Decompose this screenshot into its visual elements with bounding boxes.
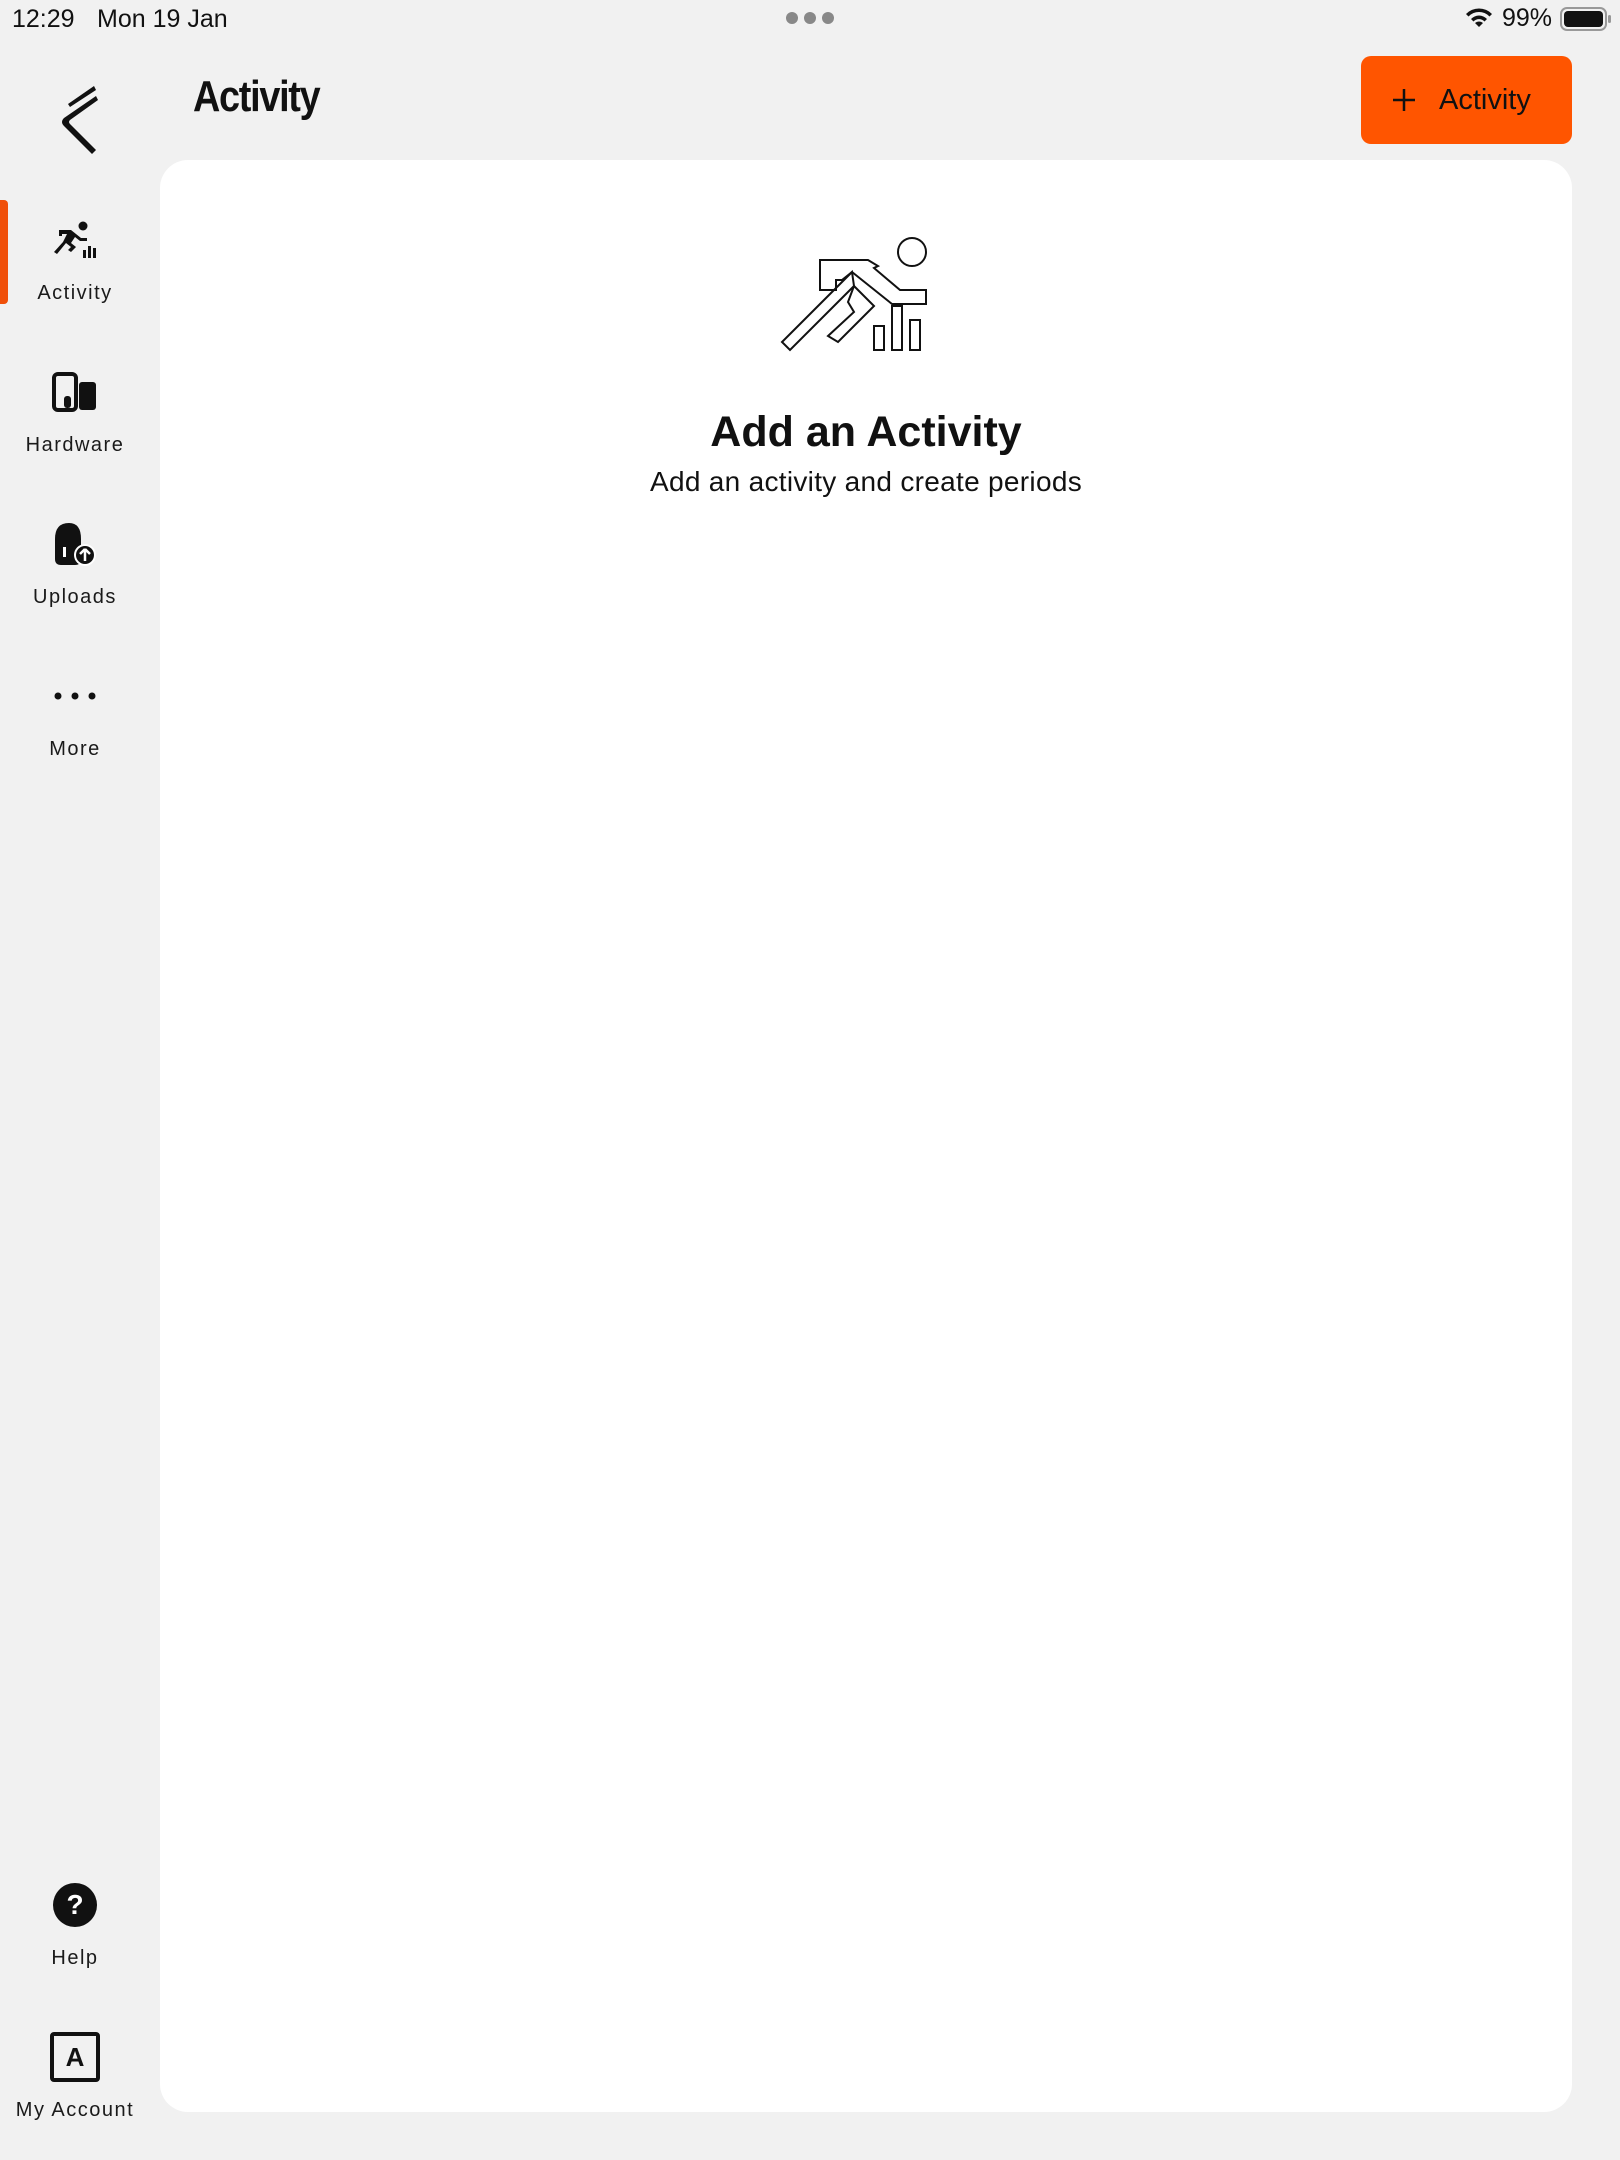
- sidebar-item-label: More: [49, 738, 101, 760]
- content-card: Add an Activity Add an activity and crea…: [160, 160, 1572, 2112]
- status-date: Mon 19 Jan: [97, 5, 228, 33]
- add-activity-button[interactable]: Activity: [1361, 56, 1572, 144]
- svg-text:?: ?: [66, 1889, 83, 1920]
- activity-runner-illustration-icon: [780, 237, 927, 352]
- sidebar-item-help[interactable]: ? Help: [0, 1855, 150, 1995]
- sidebar-item-label: Hardware: [25, 434, 125, 456]
- battery-percent: 99%: [1501, 4, 1552, 32]
- brand-logo-icon[interactable]: [56, 82, 104, 156]
- help-icon: ?: [47, 1877, 103, 1933]
- more-dots-icon: [47, 668, 103, 724]
- sidebar-item-hardware[interactable]: Hardware: [0, 342, 150, 482]
- wifi-icon: [1465, 7, 1492, 27]
- add-activity-button-label: Activity: [1439, 83, 1531, 116]
- sidebar-item-activity[interactable]: Activity: [0, 190, 150, 330]
- avatar-letter: A: [66, 2042, 85, 2072]
- sidebar-item-uploads[interactable]: Uploads: [0, 494, 150, 634]
- sidebar: Activity Hardware Uploads More ? Help A …: [0, 40, 150, 2160]
- sidebar-item-label: My Account: [15, 2099, 135, 2121]
- status-right: 99%: [1464, 4, 1612, 33]
- empty-state-title: Add an Activity: [710, 408, 1022, 456]
- sidebar-item-my-account[interactable]: A My Account: [0, 2007, 150, 2147]
- plus-icon: [1393, 89, 1415, 111]
- page-title: Activity: [193, 72, 321, 121]
- status-time: 12:29: [12, 5, 75, 33]
- account-icon: A: [47, 2029, 103, 2085]
- status-bar: 12:29 Mon 19 Jan 99%: [0, 0, 1620, 40]
- sidebar-item-label: Uploads: [33, 586, 117, 608]
- uploads-icon: [47, 516, 103, 572]
- sidebar-item-more[interactable]: More: [0, 646, 150, 786]
- hardware-devices-icon: [47, 364, 103, 420]
- activity-runner-icon: [47, 212, 103, 268]
- battery-icon: [1560, 6, 1611, 31]
- sidebar-item-label: Activity: [37, 282, 113, 304]
- sidebar-item-label: Help: [51, 1947, 99, 1969]
- empty-state-subtitle: Add an activity and create periods: [649, 466, 1082, 497]
- multitasking-dots-icon[interactable]: [786, 12, 834, 24]
